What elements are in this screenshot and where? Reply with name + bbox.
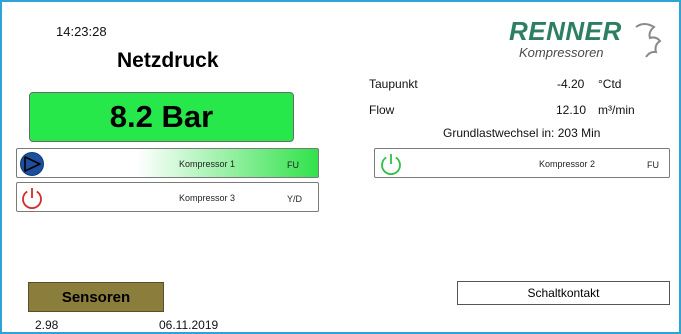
pressure-title: Netzdruck [117, 49, 219, 72]
switch-contact-button[interactable]: Schaltkontakt [457, 281, 670, 305]
gear-icon [635, 23, 662, 58]
pressure-display: 8.2 Bar [29, 92, 294, 142]
dewpoint-label: Taupunkt [369, 77, 418, 91]
compressor-2-row[interactable]: Kompressor 2 FU [374, 148, 670, 178]
flow-value: 12.10 [556, 103, 587, 117]
renner-logo: RENNER Kompressoren [509, 16, 662, 60]
sensors-button[interactable]: Sensoren [28, 282, 164, 312]
compressor-1-type: FU [287, 160, 299, 170]
power-icon[interactable] [378, 151, 404, 177]
compressor-1-row[interactable]: Kompressor 1 FU [16, 148, 319, 178]
compressor-3-name: Kompressor 3 [179, 193, 236, 203]
pressure-value: 8.2 Bar [109, 99, 214, 134]
compressor-2-type: FU [647, 160, 659, 170]
flow-unit: m³/min [598, 103, 635, 117]
dewpoint-unit: °Ctd [598, 77, 622, 91]
compressor-2-name: Kompressor 2 [539, 159, 596, 169]
version-text: 2.98 [35, 318, 59, 332]
compressor-3-row[interactable]: Kompressor 3 Y/D [16, 182, 319, 212]
flow-label: Flow [369, 103, 395, 117]
play-icon[interactable] [19, 151, 45, 177]
hmi-screen: 14:23:28 Netzdruck 8.2 Bar Kompressor 1 … [0, 0, 681, 334]
logo-brand: RENNER [509, 16, 622, 46]
power-icon[interactable] [19, 185, 45, 211]
compressor-1-name: Kompressor 1 [179, 159, 236, 169]
logo-subtitle: Kompressoren [519, 45, 604, 60]
compressor-3-type: Y/D [287, 194, 303, 204]
baseload-change-text: Grundlastwechsel in: 203 Min [443, 126, 601, 140]
date-text: 06.11.2019 [159, 318, 219, 332]
dewpoint-value: -4.20 [557, 77, 585, 91]
clock: 14:23:28 [56, 24, 107, 39]
